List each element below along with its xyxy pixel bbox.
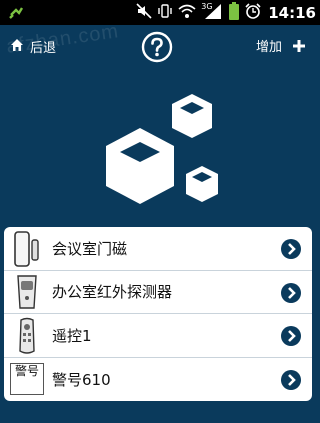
add-button[interactable]: 增加	[256, 36, 306, 55]
remote-control-icon	[10, 316, 44, 355]
top-bar: 后退 增加	[0, 26, 320, 68]
help-button[interactable]	[141, 31, 173, 63]
usb-debug-icon	[8, 4, 24, 24]
device-label: 会议室门磁	[52, 239, 128, 258]
door-sensor-icon	[10, 229, 44, 268]
back-label: 后退	[30, 41, 57, 56]
chevron-right-icon[interactable]	[280, 325, 302, 347]
add-label: 增加	[255, 40, 282, 55]
infrared-detector-icon	[10, 273, 44, 312]
list-item[interactable]: 警号 警号610	[4, 358, 312, 402]
device-label: 警号610	[52, 370, 111, 389]
device-list: 会议室门磁 办公室红外探测器 遥控1 警号 警号610	[4, 227, 312, 401]
mute-icon	[136, 2, 152, 23]
chevron-right-icon[interactable]	[280, 238, 302, 260]
alarm-icon	[245, 2, 261, 23]
chevron-right-icon[interactable]	[280, 282, 302, 304]
device-label: 遥控1	[52, 326, 92, 345]
small-cube-top	[172, 94, 212, 138]
cubes-illustration	[100, 90, 230, 215]
plus-icon	[293, 39, 305, 52]
help-icon	[141, 31, 173, 63]
alarm-siren-icon: 警号	[10, 360, 44, 399]
alarm-siren-icon-text: 警号	[10, 363, 44, 395]
chevron-right-icon[interactable]	[280, 369, 302, 391]
list-item[interactable]: 会议室门磁	[4, 227, 312, 271]
vibrate-icon	[157, 3, 173, 23]
large-cube	[106, 128, 174, 204]
back-button[interactable]: 后退	[10, 37, 56, 56]
device-label: 办公室红外探测器	[52, 283, 173, 302]
signal-icon: 3G	[201, 2, 223, 24]
home-icon	[10, 38, 30, 56]
status-time: 14:16	[268, 3, 316, 22]
wifi-icon	[178, 3, 196, 23]
status-bar: 3G 14:16	[0, 0, 320, 25]
list-item[interactable]: 遥控1	[4, 314, 312, 358]
list-item[interactable]: 办公室红外探测器	[4, 271, 312, 314]
small-cube-bottom	[186, 166, 218, 202]
network-type-label: 3G	[201, 1, 213, 11]
battery-icon	[228, 1, 240, 24]
